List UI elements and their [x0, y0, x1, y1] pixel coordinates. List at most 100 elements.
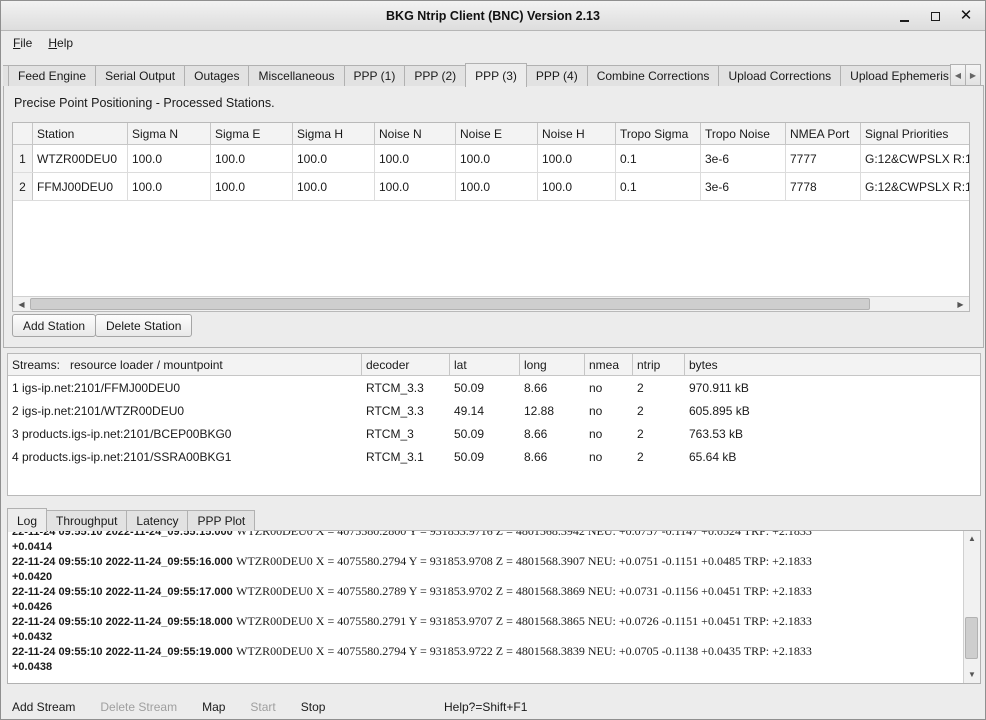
tab-upload-corrections[interactable]: Upload Corrections	[718, 65, 841, 86]
minimize-button[interactable]	[897, 8, 911, 24]
row-number: 3	[8, 422, 20, 445]
stations-col-tropo-noise[interactable]: Tropo Noise	[701, 123, 786, 144]
menu-help[interactable]: Help	[40, 34, 81, 52]
row-number[interactable]: 1	[13, 145, 33, 172]
stations-hscrollbar[interactable]: ◀ ▶	[13, 296, 969, 311]
streams-row-products-igs-ip-net-2101-ssra00bkg1[interactable]: 4products.igs-ip.net:2101/SSRA00BKG1RTCM…	[8, 445, 980, 468]
vscroll-thumb[interactable]	[965, 617, 978, 659]
stations-cell[interactable]: 3e-6	[701, 145, 786, 172]
maximize-button[interactable]	[928, 8, 942, 24]
streams-col-nmea[interactable]: nmea	[585, 354, 633, 375]
tab-log[interactable]: Log	[7, 508, 47, 532]
stations-cell[interactable]: 100.0	[538, 145, 616, 172]
tab-scroll-right-icon[interactable]: ▶	[965, 64, 981, 86]
stations-table-body: 1WTZR00DEU0100.0100.0100.0100.0100.0100.…	[13, 145, 969, 201]
stations-col-nmea-port[interactable]: NMEA Port	[786, 123, 861, 144]
tab-scroll-left-icon[interactable]: ◀	[950, 64, 966, 86]
stations-cell[interactable]: 100.0	[293, 173, 375, 200]
tab-ppp-2[interactable]: PPP (2)	[404, 65, 466, 86]
streams-cell: RTCM_3	[362, 422, 450, 445]
streams-row-igs-ip-net-2101-ffmj00deu0[interactable]: 1igs-ip.net:2101/FFMJ00DEU0RTCM_3.350.09…	[8, 376, 980, 399]
stations-table-header: StationSigma NSigma ESigma HNoise NNoise…	[13, 123, 969, 145]
stations-cell[interactable]: 7778	[786, 173, 861, 200]
stations-cell[interactable]: 7777	[786, 145, 861, 172]
stations-cell[interactable]: 0.1	[616, 173, 701, 200]
stations-col-noise-n[interactable]: Noise N	[375, 123, 456, 144]
scroll-left-icon[interactable]: ◀	[14, 298, 29, 311]
streams-col-bytes[interactable]: bytes	[685, 354, 980, 375]
scroll-down-icon[interactable]: ▼	[965, 668, 979, 682]
titlebar: BKG Ntrip Client (BNC) Version 2.13 ✕	[1, 1, 985, 31]
stations-col-noise-h[interactable]: Noise H	[538, 123, 616, 144]
log-output[interactable]: 22-11-24 09:55:10 2022-11-24_09:55:15.00…	[12, 531, 961, 681]
stations-cell[interactable]: WTZR00DEU0	[33, 145, 128, 172]
log-line-timestamp: 22-11-24 09:55:10 2022-11-24_09:55:17.00…	[12, 586, 233, 598]
stations-cell[interactable]: G:12&CWPSLX R:12	[861, 173, 969, 200]
streams-cell: RTCM_3.3	[362, 399, 450, 422]
tab-ppp-1[interactable]: PPP (1)	[344, 65, 406, 86]
tab-upload-ephemeris[interactable]: Upload Ephemeris	[840, 65, 959, 86]
stop-button[interactable]: Stop	[292, 697, 335, 717]
streams-col-long[interactable]: long	[520, 354, 585, 375]
streams-cell: 970.911 kB	[685, 376, 980, 399]
row-number[interactable]: 2	[13, 173, 33, 200]
stations-cell[interactable]: 0.1	[616, 145, 701, 172]
stations-cell[interactable]: 100.0	[375, 145, 456, 172]
hscroll-thumb[interactable]	[30, 298, 870, 310]
scroll-right-icon[interactable]: ▶	[953, 298, 968, 311]
stations-col-sigma-n[interactable]: Sigma N	[128, 123, 211, 144]
log-line-values: WTZR00DEU0 X = 4075580.2794 Y = 931853.9…	[236, 644, 812, 658]
add-station-button[interactable]: Add Station	[12, 314, 96, 337]
close-button[interactable]: ✕	[959, 8, 973, 24]
stations-cell[interactable]: 100.0	[375, 173, 456, 200]
tab-outages[interactable]: Outages	[184, 65, 249, 86]
stations-cell[interactable]: 100.0	[538, 173, 616, 200]
streams-col-mountpoint[interactable]: Streams: resource loader / mountpoint	[8, 354, 362, 375]
add-stream-button[interactable]: Add Stream	[3, 697, 84, 717]
streams-cell: no	[585, 445, 633, 468]
streams-col-lat[interactable]: lat	[450, 354, 520, 375]
tab-ppp-4[interactable]: PPP (4)	[526, 65, 588, 86]
stations-cell[interactable]: 3e-6	[701, 173, 786, 200]
streams-cell: 50.09	[450, 445, 520, 468]
stations-cell[interactable]: G:12&CWPSLX R:12	[861, 145, 969, 172]
stations-cell[interactable]: 100.0	[128, 145, 211, 172]
tab-miscellaneous[interactable]: Miscellaneous	[248, 65, 344, 86]
stations-cell[interactable]: 100.0	[456, 173, 538, 200]
menu-file[interactable]: File	[5, 34, 40, 52]
scroll-up-icon[interactable]: ▲	[965, 532, 979, 546]
streams-col-decoder[interactable]: decoder	[362, 354, 450, 375]
stations-cell[interactable]: 100.0	[128, 173, 211, 200]
tab-feed-engine[interactable]: Feed Engine	[8, 65, 96, 86]
streams-row-products-igs-ip-net-2101-bcep00bkg0[interactable]: 3products.igs-ip.net:2101/BCEP00BKG0RTCM…	[8, 422, 980, 445]
stations-col-station[interactable]: Station	[33, 123, 128, 144]
tab-latency[interactable]: Latency	[126, 510, 188, 531]
stations-col-signal-priorities[interactable]: Signal Priorities	[861, 123, 969, 144]
stations-table: StationSigma NSigma ESigma HNoise NNoise…	[12, 122, 970, 312]
stations-row-ffmj00deu0[interactable]: 2FFMJ00DEU0100.0100.0100.0100.0100.0100.…	[13, 173, 969, 201]
delete-station-button[interactable]: Delete Station	[95, 314, 192, 337]
streams-col-ntrip[interactable]: ntrip	[633, 354, 685, 375]
tab-serial-output[interactable]: Serial Output	[95, 65, 185, 86]
stations-col-sigma-e[interactable]: Sigma E	[211, 123, 293, 144]
stations-col-sigma-h[interactable]: Sigma H	[293, 123, 375, 144]
streams-table: Streams: resource loader / mountpointdec…	[7, 353, 981, 496]
map-button[interactable]: Map	[193, 697, 234, 717]
tab-throughput[interactable]: Throughput	[46, 510, 127, 531]
stations-col-noise-e[interactable]: Noise E	[456, 123, 538, 144]
log-vscrollbar[interactable]: ▲ ▼	[963, 531, 980, 683]
streams-cell: 605.895 kB	[685, 399, 980, 422]
log-line-timestamp: +0.0414	[12, 541, 52, 553]
stations-col-tropo-sigma[interactable]: Tropo Sigma	[616, 123, 701, 144]
stations-cell[interactable]: 100.0	[211, 173, 293, 200]
tab-combine-corrections[interactable]: Combine Corrections	[587, 65, 720, 86]
tab-ppp-plot[interactable]: PPP Plot	[187, 510, 255, 531]
streams-cell: 65.64 kB	[685, 445, 980, 468]
stations-cell[interactable]: FFMJ00DEU0	[33, 173, 128, 200]
stations-cell[interactable]: 100.0	[456, 145, 538, 172]
tab-ppp-3[interactable]: PPP (3)	[465, 63, 527, 87]
stations-row-wtzr00deu0[interactable]: 1WTZR00DEU0100.0100.0100.0100.0100.0100.…	[13, 145, 969, 173]
streams-row-igs-ip-net-2101-wtzr00deu0[interactable]: 2igs-ip.net:2101/WTZR00DEU0RTCM_3.349.14…	[8, 399, 980, 422]
stations-cell[interactable]: 100.0	[211, 145, 293, 172]
stations-cell[interactable]: 100.0	[293, 145, 375, 172]
